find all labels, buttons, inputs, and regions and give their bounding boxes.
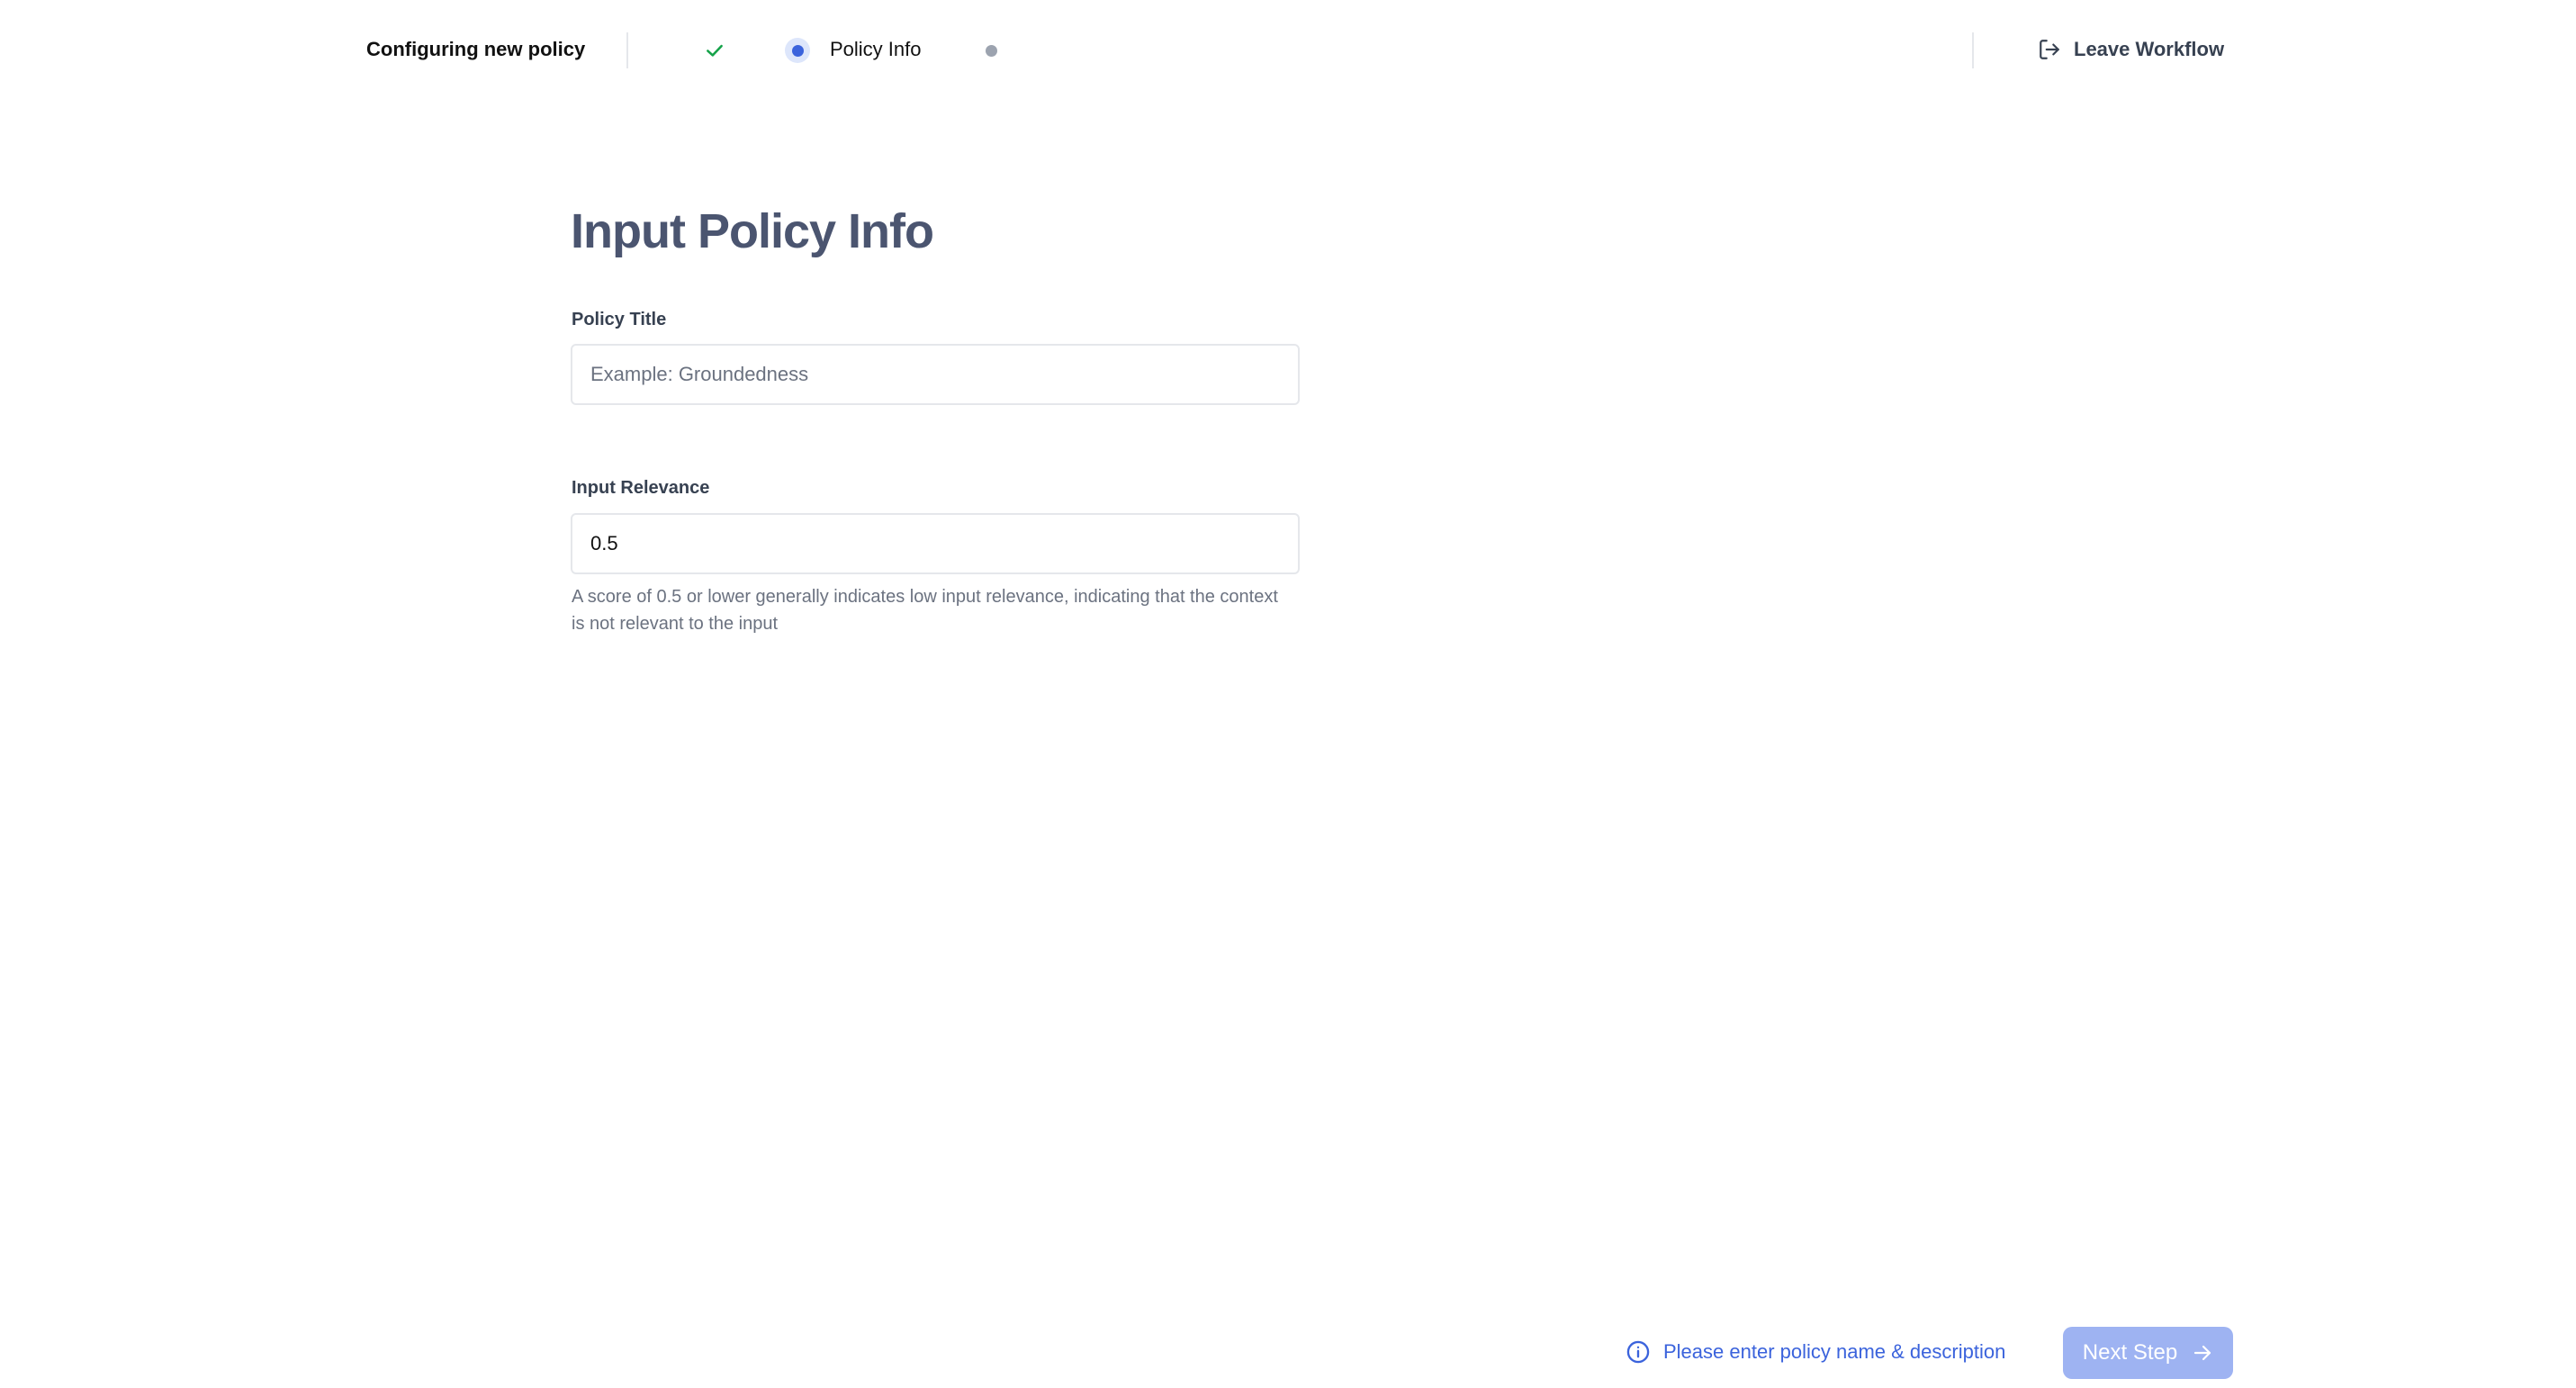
- next-step-button[interactable]: Next Step: [2063, 1327, 2233, 1379]
- workflow-title: Configuring new policy: [366, 38, 586, 60]
- input-relevance-helper-text: A score of 0.5 or lower generally indica…: [572, 587, 1278, 634]
- exit-icon: [2038, 38, 2061, 61]
- step-label-current: Policy Info: [830, 38, 922, 60]
- header-divider: [626, 32, 628, 68]
- input-relevance-label: Input Relevance: [572, 478, 710, 498]
- step-current-indicator: [785, 38, 810, 63]
- page-title: Input Policy Info: [571, 204, 934, 258]
- validation-message-text: Please enter policy name & description: [1663, 1340, 2006, 1363]
- validation-message: Please enter policy name & description: [1626, 1334, 2005, 1370]
- policy-title-input[interactable]: [571, 344, 1300, 405]
- step-pending-indicator: [986, 45, 997, 57]
- leave-workflow-button[interactable]: Leave Workflow: [2031, 29, 2231, 70]
- input-relevance-input[interactable]: [571, 513, 1300, 574]
- workflow-header: Configuring new policy Policy Info Leave…: [0, 0, 2576, 101]
- next-step-label: Next Step: [2082, 1340, 2178, 1365]
- policy-title-label: Policy Title: [572, 310, 667, 329]
- info-icon: [1626, 1339, 1651, 1365]
- arrow-right-icon: [2192, 1342, 2213, 1364]
- step-completed-indicator: [700, 36, 729, 65]
- header-divider: [1972, 32, 1974, 68]
- policy-workflow-page: Configuring new policy Policy Info Leave…: [0, 0, 2576, 1388]
- leave-workflow-label: Leave Workflow: [2074, 38, 2225, 60]
- current-step-dot: [791, 44, 804, 57]
- check-icon: [707, 44, 723, 57]
